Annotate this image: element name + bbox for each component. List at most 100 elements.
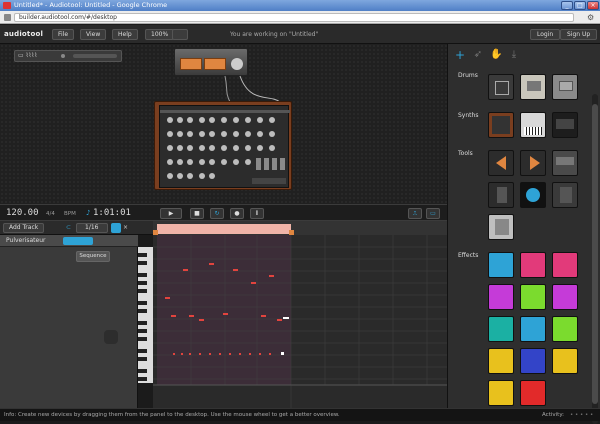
fullscreen-icon[interactable]	[172, 29, 188, 40]
note-selected[interactable]	[283, 317, 289, 319]
info-text: Info: Create new devices by dragging the…	[4, 412, 340, 418]
zoom-button[interactable]: 100%	[145, 29, 175, 40]
tool-7[interactable]	[488, 214, 514, 240]
tool-5[interactable]	[520, 182, 546, 208]
record-button[interactable]: ●	[230, 208, 244, 219]
time-signature[interactable]: 4/4	[46, 211, 55, 217]
add-track-button[interactable]: Add Track	[3, 223, 45, 233]
piano-keys-graphic[interactable]	[138, 247, 153, 383]
download-icon[interactable]: ⤓	[508, 49, 520, 61]
effect-pink[interactable]	[520, 252, 546, 278]
track-handle[interactable]	[104, 330, 118, 344]
login-button[interactable]: Login	[530, 29, 561, 40]
note[interactable]	[171, 315, 176, 317]
status-bar: Info: Create new devices by dragging the…	[0, 408, 600, 421]
close-icon[interactable]: ×	[587, 1, 599, 10]
drum-machine-3[interactable]	[552, 74, 578, 100]
folder-icon[interactable]: ▭	[426, 208, 440, 219]
note[interactable]	[189, 315, 194, 317]
note[interactable]	[233, 269, 238, 271]
activity-label: Activity:	[542, 412, 565, 418]
tool-6[interactable]	[552, 182, 578, 208]
tool-3[interactable]	[552, 150, 578, 176]
transport-bar: 120.00 4/4 BPM ♪ 1:01:01 ▶ ■ ↻ ● ⦀ ⎍ ▭	[0, 204, 447, 221]
snap-toggle[interactable]	[111, 223, 121, 233]
note[interactable]	[223, 313, 228, 315]
tool-2[interactable]	[520, 150, 546, 176]
tool-4[interactable]	[488, 182, 514, 208]
effect-blue[interactable]	[488, 252, 514, 278]
track-mute-toggle[interactable]	[63, 237, 93, 245]
note-editor[interactable]	[153, 235, 447, 408]
effect-indigo[interactable]	[520, 348, 546, 374]
synth-knobs[interactable]	[160, 106, 290, 189]
effect-teal[interactable]	[488, 316, 514, 342]
wrench-icon[interactable]: ⚙	[587, 13, 596, 22]
effect-sky[interactable]	[520, 316, 546, 342]
file-menu[interactable]: File	[52, 29, 75, 40]
plus-icon[interactable]: +	[454, 49, 466, 61]
note[interactable]	[165, 297, 170, 299]
note[interactable]	[269, 275, 274, 277]
address-bar: builder.audiotool.com/#/desktop ⚙	[0, 11, 600, 24]
effect-green[interactable]	[520, 284, 546, 310]
synth-1[interactable]	[488, 112, 514, 138]
activity-indicator: • • • • •	[570, 412, 594, 418]
effect-lime[interactable]	[552, 316, 578, 342]
page-icon	[4, 14, 11, 21]
effect-violet[interactable]	[552, 284, 578, 310]
signup-button[interactable]: Sign Up	[560, 29, 598, 40]
effect-purple[interactable]	[488, 284, 514, 310]
clip-tooltip: Sequence	[76, 251, 110, 262]
effect-yellow[interactable]	[488, 348, 514, 374]
view-menu[interactable]: View	[80, 29, 107, 40]
close-editor-icon[interactable]: ×	[123, 224, 128, 231]
app-toolbar: audiotool File View Help 100% You are wo…	[0, 25, 600, 44]
help-menu[interactable]: Help	[112, 29, 138, 40]
stop-button[interactable]: ■	[190, 208, 204, 219]
piano-keyboard[interactable]	[138, 247, 153, 383]
synth-2[interactable]	[520, 112, 546, 138]
effect-red[interactable]	[520, 380, 546, 406]
app-icon	[3, 2, 11, 9]
drum-machine-1[interactable]	[488, 74, 514, 100]
note[interactable]	[261, 315, 266, 317]
track-list: Pulverisateur Sequence	[0, 235, 138, 408]
drum-machine-2[interactable]	[520, 74, 546, 100]
tool-1[interactable]	[488, 150, 514, 176]
desktop[interactable]: ▭ ⌇⌇⌇⌇	[0, 44, 447, 204]
track-header[interactable]: Pulverisateur	[0, 235, 138, 247]
pulverisateur-synth[interactable]	[154, 101, 292, 190]
cursor-icon[interactable]: ➶	[472, 49, 484, 61]
effect-amber[interactable]	[488, 380, 514, 406]
note[interactable]	[199, 319, 204, 321]
effect-gold[interactable]	[552, 348, 578, 374]
magnet-icon[interactable]: ⊂	[66, 224, 71, 231]
url-input[interactable]: builder.audiotool.com/#/desktop	[14, 13, 574, 22]
quantize-select[interactable]: 1/16	[76, 223, 108, 233]
note[interactable]	[277, 319, 282, 321]
category-tools: Tools	[458, 150, 473, 157]
panel-scroll-thumb[interactable]	[592, 104, 598, 404]
note[interactable]	[251, 282, 256, 284]
track-name: Pulverisateur	[6, 237, 46, 244]
bpm-label: BPM	[64, 211, 76, 217]
metronome-button[interactable]: ⦀	[250, 208, 264, 219]
loop-button[interactable]: ↻	[210, 208, 224, 219]
note[interactable]	[209, 263, 214, 265]
window-title: Untitled* - Audiotool: Untitled - Google…	[14, 1, 168, 9]
piano-icon[interactable]: ⎍	[408, 208, 422, 219]
note-icon: ♪	[86, 209, 91, 217]
timeline-ruler[interactable]	[153, 221, 447, 235]
note-grid[interactable]	[153, 235, 447, 408]
velocity-lane[interactable]	[153, 348, 447, 368]
hand-icon[interactable]: ✋	[490, 49, 502, 61]
maximize-icon[interactable]: □	[574, 1, 586, 10]
bpm-value[interactable]: 120.00	[6, 208, 39, 218]
synth-3[interactable]	[552, 112, 578, 138]
effect-magenta[interactable]	[552, 252, 578, 278]
region-range[interactable]	[157, 224, 291, 234]
play-button[interactable]: ▶	[160, 208, 182, 219]
minimize-icon[interactable]: _	[561, 1, 573, 10]
note[interactable]	[183, 269, 188, 271]
